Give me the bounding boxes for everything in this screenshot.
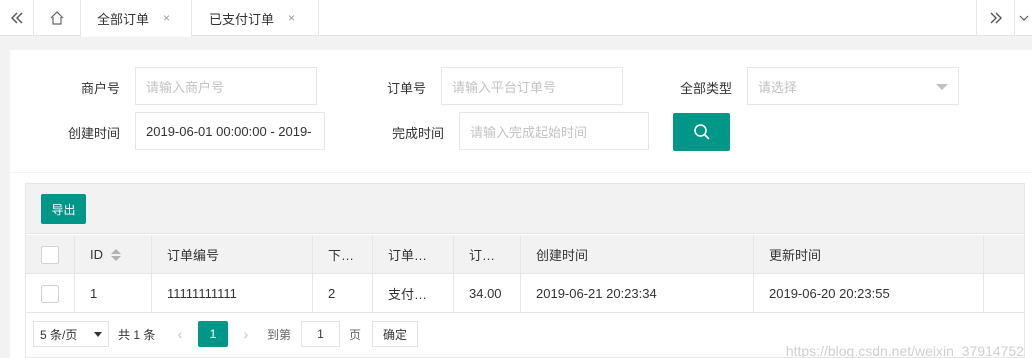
header-label: 创建时间	[536, 248, 589, 263]
tab-label: 全部订单	[97, 11, 150, 27]
search-button[interactable]	[673, 113, 730, 151]
row-select-cell	[26, 274, 75, 313]
goto-confirm-button[interactable]: 确定	[372, 321, 418, 347]
cell-amount: 34.00	[454, 274, 521, 313]
header-label: ID	[90, 247, 103, 262]
tab-all-orders[interactable]: 全部订单 ×	[81, 0, 192, 37]
page-size-select[interactable]: 5 条/页	[33, 321, 109, 347]
prev-page-button[interactable]: ‹	[171, 321, 189, 347]
tab-bar: 全部订单 × 已支付订单 ×	[0, 0, 1032, 37]
double-chevron-right-icon	[990, 12, 1002, 24]
table-header-row: ID 订单编号 下… 订单… 订… 创建时间 更新时间	[26, 235, 1024, 274]
type-label: 全部类型	[679, 81, 732, 96]
order-no-input[interactable]: 请输入平台订单号	[441, 67, 623, 105]
select-all-checkbox[interactable]	[41, 245, 59, 264]
caret-down-icon	[94, 332, 102, 337]
cell-status: 支付…	[373, 274, 454, 313]
cell-created: 2019-06-21 20:23:34	[521, 274, 754, 313]
caret-down-icon	[936, 84, 948, 90]
orders-table: 导出 ID 订单编号 下… 订单… 订… 创建时间 更新时间 1 1111111…	[25, 183, 1025, 358]
header-select-cell	[26, 235, 75, 274]
cell-extra	[984, 274, 1024, 313]
merchant-label: 商户号	[80, 81, 120, 96]
home-icon	[50, 11, 64, 25]
tab-scroll-right-button[interactable]	[976, 0, 1014, 36]
header-updated: 更新时间	[754, 235, 984, 274]
created-range-input[interactable]: 2019-06-01 00:00:00 - 2019-	[135, 112, 325, 150]
tab-scroll-left-button[interactable]	[0, 0, 34, 36]
header-created: 创建时间	[521, 235, 754, 274]
page-size-value: 5 条/页	[40, 327, 78, 342]
chevron-down-icon	[1019, 15, 1028, 21]
watermark: https://blog.csdn.net/weixin_37914752	[785, 343, 1024, 358]
header-order-no: 订单编号	[152, 235, 313, 274]
header-label: 下…	[328, 248, 355, 263]
type-select-value: 请选择	[758, 79, 798, 95]
type-select[interactable]: 请选择	[747, 67, 959, 105]
header-extra	[984, 235, 1024, 274]
export-button[interactable]: 导出	[41, 194, 86, 224]
header-col4: 订单…	[373, 235, 454, 274]
current-page-button[interactable]: 1	[198, 321, 228, 347]
search-icon	[693, 124, 710, 140]
close-icon[interactable]: ×	[163, 11, 170, 25]
total-count: 共 1 条	[118, 327, 156, 342]
cell-order-no: 11111111111	[152, 274, 313, 313]
cell-id: 1	[75, 274, 152, 313]
home-tab-button[interactable]	[34, 0, 81, 36]
goto-page-input[interactable]: 1	[301, 321, 340, 347]
table-toolbar: 导出	[26, 184, 1024, 234]
tab-paid-orders[interactable]: 已支付订单 ×	[192, 0, 319, 36]
completed-input[interactable]: 请输入完成起始时间	[459, 112, 649, 150]
header-col5: 订…	[454, 235, 521, 274]
tab-label: 已支付订单	[209, 11, 275, 27]
header-id[interactable]: ID	[75, 235, 152, 274]
goto-label: 到第	[267, 327, 292, 342]
cell-updated: 2019-06-20 20:23:55	[754, 274, 984, 313]
cell-col3: 2	[313, 274, 373, 313]
divider	[10, 172, 1032, 173]
row-checkbox[interactable]	[41, 284, 59, 303]
double-chevron-left-icon	[10, 12, 22, 24]
table-row[interactable]: 1 11111111111 2 支付… 34.00 2019-06-21 20:…	[26, 274, 1024, 313]
header-label: 订单编号	[167, 248, 220, 263]
created-label: 创建时间	[67, 126, 120, 141]
next-page-button[interactable]: ›	[237, 321, 255, 347]
tab-menu-button[interactable]	[1014, 0, 1032, 36]
header-label: 订…	[469, 248, 496, 263]
page-unit-label: 页	[349, 327, 362, 342]
header-label: 更新时间	[769, 248, 822, 263]
completed-label: 完成时间	[391, 126, 444, 141]
order-no-label: 订单号	[386, 81, 426, 96]
close-icon[interactable]: ×	[288, 11, 295, 25]
header-label: 订单…	[388, 248, 428, 263]
header-col3: 下…	[313, 235, 373, 274]
sort-icon[interactable]	[111, 248, 121, 261]
merchant-input[interactable]: 请输入商户号	[135, 67, 317, 105]
